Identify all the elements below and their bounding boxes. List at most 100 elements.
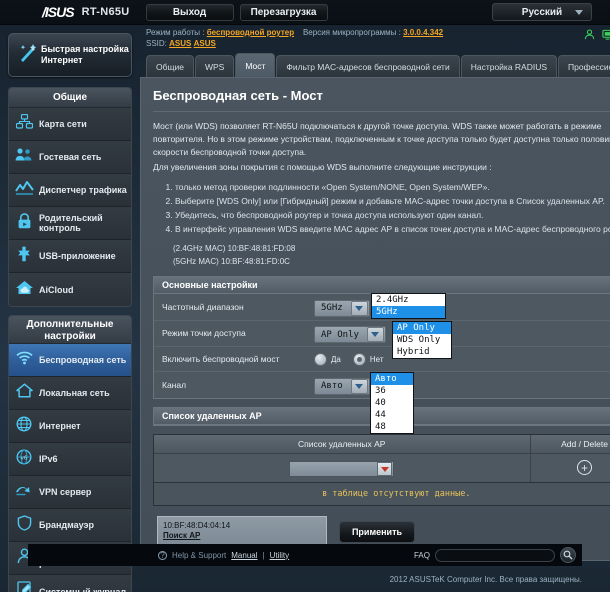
plus-circle-icon[interactable]: + xyxy=(577,460,593,475)
sidebar-label: Интернет xyxy=(39,421,81,431)
reboot-button[interactable]: Перезагрузка xyxy=(239,3,328,21)
sidebar-label: Родительский контроль xyxy=(39,213,103,233)
ap-mode-select[interactable]: AP Only xyxy=(314,326,386,343)
channel-select[interactable]: Авто xyxy=(314,377,370,395)
sidebar-label: Беспроводная сеть xyxy=(39,355,127,365)
channel-control: Авто Авто 36 40 44 48 xyxy=(314,372,610,434)
dropdown-option-selected[interactable]: Авто xyxy=(371,373,413,385)
instruction-item: Выберите [WDS Only] или [Гибридный] режи… xyxy=(175,194,610,208)
row-frequency-band: Частотный диапазон 5GHz 2.4GHz 5GHz xyxy=(154,293,610,321)
dropdown-option[interactable]: WDS Only xyxy=(393,334,451,346)
router-mac-value: 10:BF:48:D4:04:14 xyxy=(163,521,231,530)
bridge-no-label: Нет xyxy=(369,354,384,364)
dropdown-option-selected[interactable]: 5GHz xyxy=(372,306,445,318)
frequency-band-control: 5GHz 2.4GHz 5GHz xyxy=(314,293,610,320)
channel-dropdown[interactable]: Авто 36 40 44 48 xyxy=(370,372,414,434)
tab-bridge[interactable]: Мост xyxy=(235,53,276,77)
firmware-version[interactable]: 3.0.0.4.342 xyxy=(403,28,443,37)
frequency-band-dropdown[interactable]: 2.4GHz 5GHz xyxy=(371,293,446,319)
ssid-value-2[interactable]: ASUS xyxy=(194,39,216,48)
monitor-icon[interactable] xyxy=(601,27,610,45)
network-map-icon xyxy=(9,113,39,134)
instruction-item: Убедитесь, что беспроводной роутер и точ… xyxy=(175,208,610,222)
dropdown-option[interactable]: 44 xyxy=(371,409,413,421)
page-title: Беспроводная сеть - Мост xyxy=(153,88,610,112)
question-mark-icon: ? xyxy=(158,550,167,560)
guest-network-icon xyxy=(9,147,39,167)
sidebar-item-system-log[interactable]: Системный журнал xyxy=(9,575,131,592)
search-ap-link[interactable]: Поиск AP xyxy=(163,531,321,540)
channel-label: Канал xyxy=(162,379,187,390)
manual-link[interactable]: Manual xyxy=(231,551,257,560)
channel-value: Авто xyxy=(321,381,343,391)
row-ap-mode: Режим точки доступа AP Only AP Only WDS … xyxy=(154,320,610,359)
chevron-down-icon xyxy=(575,9,583,15)
copyright-text: 2012 ASUSTeK Computer Inc. Все права защ… xyxy=(389,575,582,584)
system-log-icon xyxy=(9,581,39,592)
tab-radius[interactable]: Настройка RADIUS xyxy=(460,55,558,77)
logout-button[interactable]: Выход xyxy=(145,3,234,21)
tab-mac-filter[interactable]: Фильтр MAC-адресов беспроводной сети xyxy=(276,55,460,77)
dropdown-option[interactable]: 2.4GHz xyxy=(372,294,445,306)
bridge-radio-yes[interactable] xyxy=(314,352,327,366)
status-line-1: Режим работы : беспроводной роутер Верси… xyxy=(146,27,610,38)
basic-settings-header: Основные настройки xyxy=(154,277,610,294)
footer-links: ? Help & Support Manual | Utility xyxy=(158,550,290,560)
dropdown-option-selected[interactable]: AP Only xyxy=(393,321,451,334)
page-body: Быстрая настройка Интернет Общие Карта с… xyxy=(0,25,610,592)
content-panel: Беспроводная сеть - Мост Мост (или WDS) … xyxy=(140,77,610,561)
row-channel: Канал Авто Авто 36 40 44 48 xyxy=(154,372,610,434)
sidebar-item-usb-application[interactable]: USB-приложение xyxy=(9,240,131,273)
status-icon-group xyxy=(584,27,610,45)
sidebar-label: Системный журнал xyxy=(39,586,127,592)
utility-link[interactable]: Utility xyxy=(270,551,290,560)
language-selector[interactable]: Русский xyxy=(492,3,592,21)
instruction-list: только метод проверки подлинности «Open … xyxy=(175,180,610,236)
sidebar-item-firewall[interactable]: Брандмауэр xyxy=(9,509,131,542)
dropdown-option[interactable]: Hybrid xyxy=(393,346,451,358)
user-icon[interactable] xyxy=(584,27,595,45)
quick-setup-label: Быстрая настройка Интернет xyxy=(41,44,129,65)
faq-search-input[interactable] xyxy=(435,548,555,562)
magic-wand-icon xyxy=(15,42,41,69)
dropdown-option[interactable]: 48 xyxy=(371,421,413,433)
faq-label: FAQ xyxy=(413,550,430,560)
wan-icon xyxy=(9,415,39,437)
dropdown-option[interactable]: 40 xyxy=(371,397,413,409)
operation-mode-value[interactable]: беспроводной роутер xyxy=(207,28,294,37)
sidebar-label: USB-приложение xyxy=(39,251,116,261)
ssid-value-1[interactable]: ASUS xyxy=(169,39,191,48)
sidebar-item-wan[interactable]: Интернет xyxy=(9,410,131,443)
sidebar-item-wireless[interactable]: Беспроводная сеть xyxy=(9,344,131,377)
apply-button[interactable]: Применить xyxy=(339,521,415,543)
sidebar: Быстрая настройка Интернет Общие Карта с… xyxy=(0,25,140,592)
mac-address-5ghz: (5GHz MAC) 10:BF:48:81:FD:0C xyxy=(173,257,290,266)
bridge-radio-no[interactable] xyxy=(352,352,366,366)
chevron-down-icon xyxy=(350,378,368,394)
sidebar-item-guest-network[interactable]: Гостевая сеть xyxy=(9,141,131,174)
enable-bridge-label: Включить беспроводной мост xyxy=(162,354,280,364)
chevron-down-icon[interactable] xyxy=(377,462,393,476)
sidebar-item-vpn-server[interactable]: VPN сервер xyxy=(9,476,131,509)
ap-mode-dropdown[interactable]: AP Only WDS Only Hybrid xyxy=(392,320,452,359)
frequency-band-label: Частотный диапазон xyxy=(162,301,244,312)
remote-ap-combobox[interactable] xyxy=(289,461,395,477)
sidebar-item-lan[interactable]: Локальная сеть xyxy=(9,377,131,410)
footer-bar: ? Help & Support Manual | Utility FAQ xyxy=(28,544,582,566)
remote-ap-table: Список удаленных AP Add / Delete + в таб… xyxy=(153,433,610,506)
faq-area: FAQ xyxy=(414,547,576,563)
tab-general[interactable]: Общие xyxy=(146,55,194,77)
dropdown-option[interactable]: 36 xyxy=(371,385,413,397)
instruction-item: В интерфейс управления WDS введите MAC а… xyxy=(175,222,610,236)
sidebar-item-ipv6[interactable]: v6 IPv6 xyxy=(9,443,131,476)
sidebar-item-parental-control[interactable]: Родительский контроль xyxy=(9,207,131,240)
frequency-band-select[interactable]: 5GHz xyxy=(314,299,370,317)
sidebar-item-traffic-manager[interactable]: Диспетчер трафика xyxy=(9,174,131,207)
tab-professional[interactable]: Профессионально xyxy=(558,55,610,77)
quick-internet-setup-button[interactable]: Быстрая настройка Интернет xyxy=(8,33,132,77)
sidebar-item-network-map[interactable]: Карта сети xyxy=(9,108,131,141)
tab-wps[interactable]: WPS xyxy=(194,55,235,77)
sidebar-item-aicloud[interactable]: AiCloud xyxy=(9,273,131,306)
sidebar-label: IPv6 xyxy=(39,454,58,464)
search-icon[interactable] xyxy=(560,547,576,563)
